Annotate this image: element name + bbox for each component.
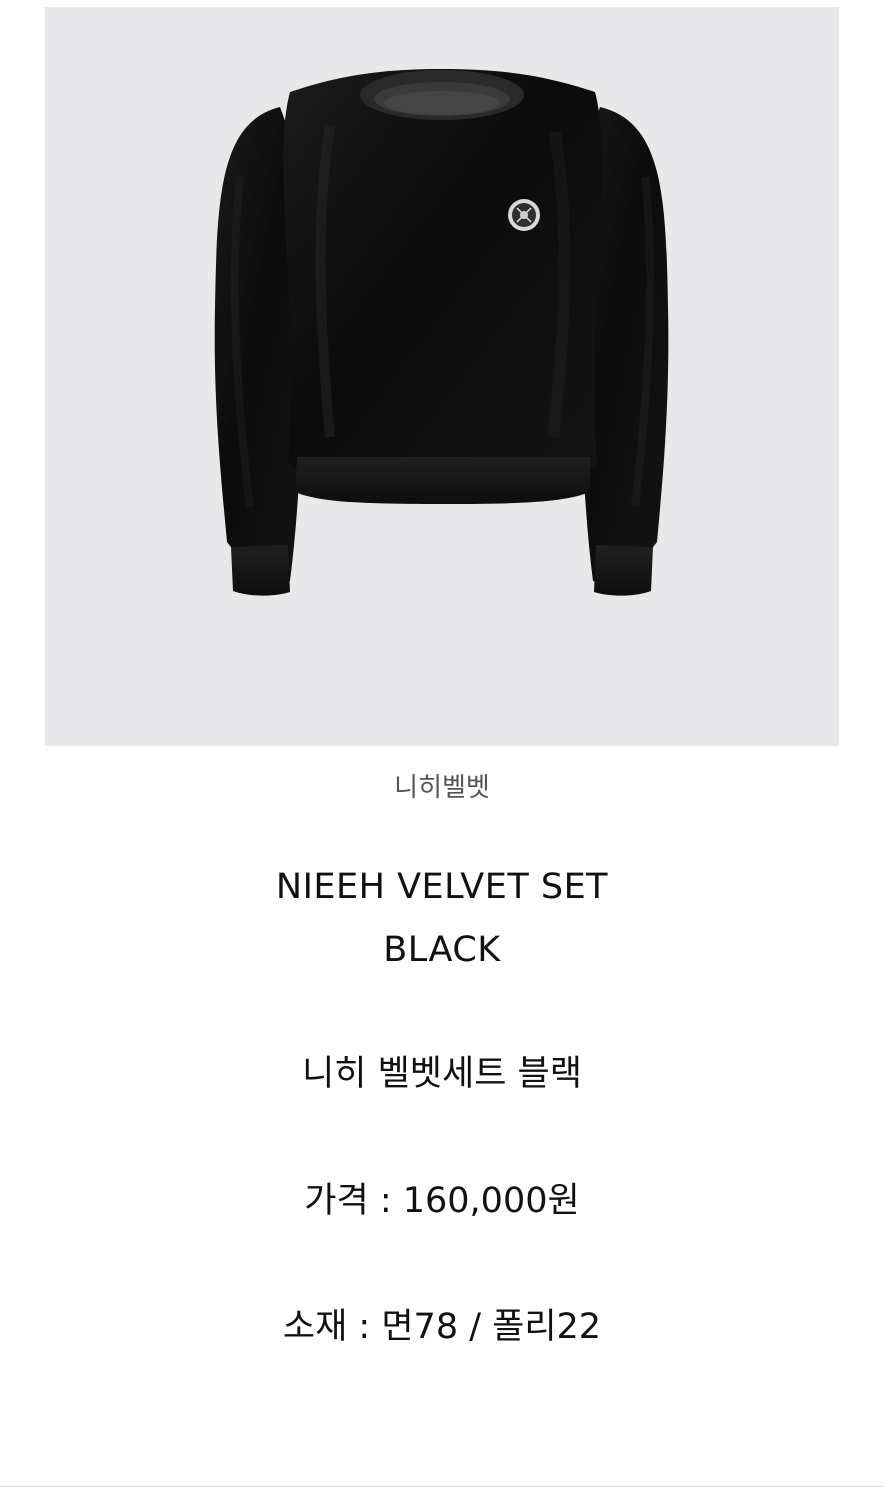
product-name-korean: 니히 벨벳세트 블랙 [302,1054,582,1094]
product-caption: 니히벨벳 [394,773,490,803]
product-price: 가격 : 160,000원 [304,1181,580,1221]
product-photo[interactable] [45,7,839,746]
sweatshirt-image [214,69,669,596]
product-material: 소재 : 면78 / 폴리22 [282,1307,602,1347]
product-color-english: BLACK [383,930,501,970]
bottom-divider [0,1486,884,1487]
right-cuff [594,545,653,596]
product-name-english: NIEEH VELVET SET [275,867,609,907]
left-cuff [231,545,290,596]
hem-band [295,457,590,504]
